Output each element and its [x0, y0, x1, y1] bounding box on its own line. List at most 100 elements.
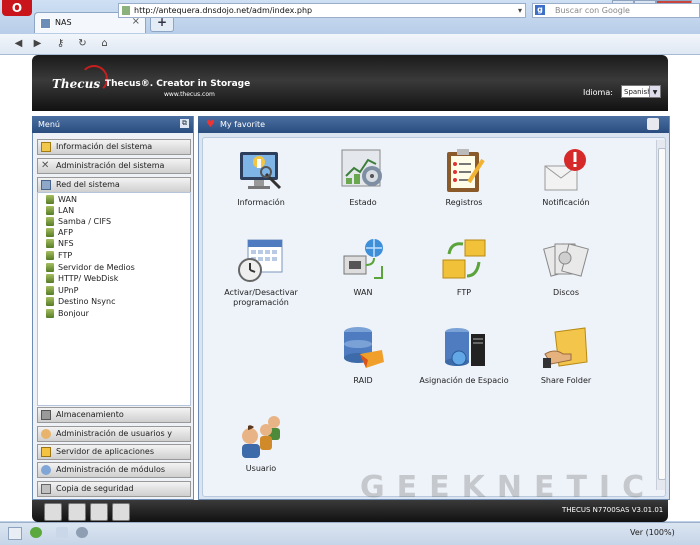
- search-input[interactable]: g Buscar con Google: [532, 3, 700, 18]
- app-label: Notificación: [542, 198, 590, 207]
- menu-category-label: Administración de módulos: [56, 465, 166, 474]
- network-item-icon: [46, 217, 54, 226]
- menu-category-backup[interactable]: Copia de seguridad: [37, 481, 191, 497]
- menu-category-label: Información del sistema: [56, 142, 153, 151]
- app-usuario[interactable]: Usuario: [216, 412, 306, 474]
- zoom-level[interactable]: Ver (100%): [630, 528, 675, 537]
- logout-icon[interactable]: [647, 118, 659, 130]
- home-button[interactable]: ⌂: [96, 36, 113, 51]
- chevron-down-icon[interactable]: ▾: [518, 4, 522, 17]
- settings-icon[interactable]: [56, 527, 68, 538]
- app-registros[interactable]: Registros: [419, 146, 509, 208]
- info-icon: [41, 142, 51, 152]
- app-raid[interactable]: RAID: [318, 324, 408, 386]
- app-notificacion[interactable]: Notificación: [521, 146, 611, 208]
- menu-header: Menú ⧉: [32, 116, 193, 133]
- brand-logo: Thecus: [52, 77, 101, 91]
- address-text: http://antequera.dnsdojo.net/adm/index.p…: [134, 6, 313, 15]
- panel-toggle-icon[interactable]: [8, 527, 22, 540]
- menu-category-system-admin[interactable]: ✕ Administración del sistema: [37, 158, 191, 174]
- search-placeholder: Buscar con Google: [555, 6, 630, 15]
- reload-button[interactable]: ↻: [74, 36, 91, 51]
- app-discos[interactable]: Discos: [521, 236, 611, 298]
- app-label: Información: [237, 198, 285, 207]
- network-icon: [41, 180, 51, 190]
- menu-category-label: Almacenamiento: [56, 410, 124, 419]
- watermark: GEEKNETIC: [360, 470, 657, 505]
- menu-title: Menú: [38, 120, 60, 129]
- app-label: Estado: [349, 198, 377, 207]
- menu-category-app-server[interactable]: Servidor de aplicaciones: [37, 444, 191, 460]
- app-label: Asignación de Espacio: [419, 376, 509, 385]
- cd-icon[interactable]: [68, 503, 86, 521]
- status-chart-icon: [338, 146, 388, 196]
- network-item-icon: [46, 286, 54, 295]
- menu-category-storage[interactable]: Almacenamiento: [37, 407, 191, 423]
- tab-title: NAS: [55, 18, 72, 27]
- disks-icon: [541, 236, 591, 286]
- language-label: Idioma:: [583, 88, 613, 97]
- firmware-version: THECUS N7700SAS V3.01.01: [562, 506, 664, 514]
- alert-mail-icon: [541, 146, 591, 196]
- backup-icon: [41, 484, 51, 494]
- app-label: Discos: [552, 288, 579, 297]
- network-item-icon: [46, 206, 54, 215]
- app-share-folder[interactable]: Share Folder: [521, 324, 611, 386]
- forward-button[interactable]: ▶: [29, 36, 46, 51]
- network-item-icon: [46, 195, 54, 204]
- network-item-icon: [46, 239, 54, 248]
- browser-statusbar: [0, 522, 700, 545]
- app-informacion[interactable]: Información: [216, 146, 306, 208]
- disk-status-icon[interactable]: [44, 503, 62, 521]
- turbo-icon[interactable]: [30, 527, 42, 538]
- favorites-title: My favorite: [220, 120, 266, 129]
- network-status-icon[interactable]: [112, 503, 130, 521]
- share-folder-icon: [541, 324, 591, 374]
- gear-icon[interactable]: [76, 527, 88, 538]
- app-label: Activar/Desactivar programación: [224, 288, 298, 307]
- app-wan[interactable]: WAN: [318, 236, 408, 298]
- ftp-folder-icon: [439, 236, 489, 286]
- heart-icon: ♥: [206, 119, 215, 130]
- app-estado[interactable]: Estado: [318, 146, 408, 208]
- app-ftp[interactable]: FTP: [419, 236, 509, 298]
- tools-icon: ✕: [41, 160, 50, 171]
- monitor-info-icon: [236, 146, 286, 196]
- collapse-menu-icon[interactable]: ⧉: [180, 119, 189, 128]
- fan-icon[interactable]: [90, 503, 108, 521]
- server-space-icon: [439, 324, 489, 374]
- google-icon[interactable]: g: [535, 5, 545, 15]
- app-label: RAID: [353, 376, 373, 385]
- menu-category-label: Red del sistema: [56, 180, 120, 189]
- address-bar[interactable]: http://antequera.dnsdojo.net/adm/index.p…: [118, 3, 526, 18]
- menu-category-modules[interactable]: Administración de módulos: [37, 462, 191, 478]
- opera-menu-button[interactable]: O: [2, 0, 32, 16]
- network-item-icon: [46, 228, 54, 237]
- app-label: FTP: [456, 288, 472, 297]
- vertical-scrollbar[interactable]: [656, 140, 666, 490]
- scrollbar-thumb[interactable]: [658, 148, 666, 480]
- app-label: WAN: [353, 288, 373, 297]
- menu-category-network[interactable]: Red del sistema: [37, 177, 191, 193]
- app-schedule[interactable]: Activar/Desactivar programación: [216, 236, 306, 308]
- app-space[interactable]: Asignación de Espacio: [419, 324, 509, 386]
- brand-tagline: Thecus®. Creator in Storage: [105, 79, 251, 89]
- raid-icon: [338, 324, 388, 374]
- back-button[interactable]: ◀: [10, 36, 27, 51]
- chevron-down-icon[interactable]: ▼: [649, 86, 660, 97]
- network-item-icon: [46, 263, 54, 272]
- menu-category-label: Administración del sistema: [56, 161, 165, 170]
- key-icon[interactable]: ⚷: [52, 36, 69, 51]
- clipboard-icon: [439, 146, 489, 196]
- users-group-icon: [236, 412, 286, 462]
- menu-category-label: Servidor de aplicaciones: [56, 447, 154, 456]
- apps-icon: [41, 447, 51, 457]
- modules-icon: [41, 465, 51, 475]
- network-item-icon: [46, 309, 54, 318]
- language-value: Spanish: [624, 88, 652, 96]
- network-item-icon: [46, 251, 54, 260]
- language-select[interactable]: Spanish ▼: [621, 85, 661, 98]
- menu-category-users[interactable]: Administración de usuarios y grupos: [37, 426, 191, 452]
- tab-favicon-icon: [40, 18, 51, 29]
- menu-category-system-info[interactable]: Información del sistema: [37, 139, 191, 155]
